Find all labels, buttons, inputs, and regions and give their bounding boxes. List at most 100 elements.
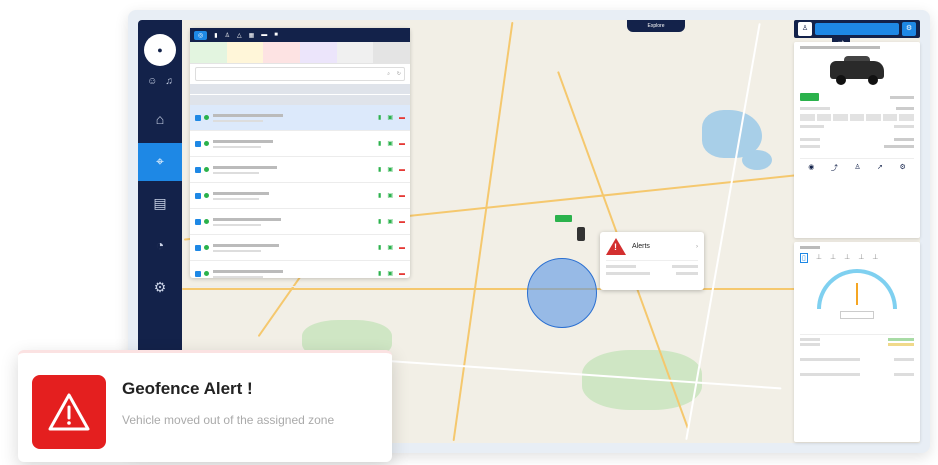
view-icon[interactable]: ◉	[808, 163, 814, 173]
list-item[interactable]: ▮ ▣ ▬	[190, 131, 410, 157]
battery-icon: ▬	[399, 140, 405, 147]
temp-icon[interactable]: ⊥	[816, 253, 822, 263]
search-input[interactable]: ⌕ ↻	[195, 67, 405, 81]
app-logo: ●	[144, 34, 176, 66]
settings-icon[interactable]: ⚙	[902, 22, 916, 36]
settings-icon: ⚙	[153, 279, 167, 295]
panel-title	[800, 246, 820, 249]
user-icon[interactable]: ♙	[798, 22, 812, 36]
warning-icon	[32, 375, 106, 449]
nav-item-settings[interactable]: ⚙	[138, 269, 182, 307]
lock-icon: ▣	[387, 193, 393, 199]
fuel-icon[interactable]: ▯	[800, 253, 808, 263]
vehicle-actions: ◉ ⤴ ♙ ➚ ⚙	[800, 158, 914, 173]
lock-icon: ▣	[387, 219, 393, 225]
lock-icon: ▣	[387, 141, 393, 147]
vehicle-image	[822, 53, 892, 87]
tab-video-icon[interactable]: ■	[274, 32, 278, 38]
signal-icon: ▮	[378, 193, 382, 199]
odometer	[840, 311, 874, 319]
route-icon[interactable]: ➚	[877, 163, 883, 173]
signal-icon: ▮	[378, 271, 382, 277]
vehicle-marker-icon[interactable]	[577, 227, 585, 241]
driver-icon[interactable]: ♙	[854, 163, 860, 173]
alert-popup: ! Alerts ›	[600, 232, 704, 290]
share-icon[interactable]: ⤴	[831, 163, 838, 173]
lock-icon: ▣	[387, 245, 393, 251]
list-item[interactable]: ▮ ▣ ▬	[190, 235, 410, 261]
group-header[interactable]	[190, 84, 410, 94]
status-total[interactable]	[373, 42, 411, 63]
toast-title: Geofence Alert !	[122, 379, 253, 398]
battery-icon: ▬	[399, 244, 405, 251]
battery-icon: ▬	[399, 114, 405, 121]
vehicle-list-panel: ◎ ▮ ♙ △ ▦ ▬ ■ ⌕ ↻ ▮ ▣ ▬ ▮ ▣ ▬ ▮ ▣ ▬ ▮ ▣ …	[190, 28, 411, 287]
temp-icon[interactable]: ⊥	[830, 253, 836, 263]
details-link[interactable]	[800, 325, 914, 335]
nav-item-dashboard[interactable]: ⌂	[138, 101, 182, 139]
tracking-icon: ⌖	[156, 153, 164, 169]
left-nav: ● ☺ ♫ ⌂ ⌖ ▤ ◔ ⚙	[138, 20, 182, 366]
status-badge	[800, 93, 819, 101]
signal-icon: ▮	[378, 115, 382, 121]
list-item[interactable]: ▮ ▣ ▬	[190, 105, 410, 131]
tab-chat-icon[interactable]: ▬	[261, 32, 267, 38]
user-icon[interactable]: ☺	[147, 76, 157, 87]
reports-icon: ▤	[153, 195, 167, 211]
signal-icon: ▮	[378, 245, 382, 251]
list-item[interactable]: ▮ ▣ ▬	[190, 261, 410, 287]
settings-icon[interactable]: ⚙	[899, 163, 905, 173]
vehicle-detail-card: ◉ ⤴ ♙ ➚ ⚙	[794, 42, 920, 238]
toolbar-search[interactable]	[815, 23, 899, 35]
search-icon[interactable]: ⌕	[387, 68, 390, 80]
lock-icon: ▣	[387, 271, 393, 277]
lock-icon: ▣	[387, 115, 393, 121]
fuel-gauge	[817, 269, 897, 309]
status-running[interactable]	[190, 42, 227, 63]
refresh-icon[interactable]: ↻	[397, 68, 401, 80]
nav-item-tracking[interactable]: ⌖	[138, 143, 182, 181]
temp-icon[interactable]: ⊥	[844, 253, 850, 263]
nav-item-fleet[interactable]: ◔	[138, 227, 182, 265]
right-toolbar: ♙ ⚙	[794, 20, 920, 38]
tab-alert-icon[interactable]: △	[237, 32, 242, 39]
battery-icon: ▬	[399, 270, 405, 277]
battery-icon: ▬	[399, 192, 405, 199]
explore-button[interactable]: Explore	[627, 20, 685, 32]
geofence-alert-toast: Geofence Alert ! Vehicle moved out of th…	[18, 350, 392, 462]
popup-title: Alerts	[632, 243, 650, 250]
tab-objects[interactable]: ◎	[194, 30, 208, 40]
vehicle-name	[800, 46, 880, 49]
tab-list-icon[interactable]: ▦	[249, 32, 255, 39]
nav-item-reports[interactable]: ▤	[138, 185, 182, 223]
list-item[interactable]: ▮ ▣ ▬	[190, 157, 410, 183]
status-grid	[800, 114, 915, 121]
bell-icon[interactable]: ♫	[165, 76, 173, 87]
chevron-right-icon[interactable]: ›	[696, 244, 698, 250]
warning-icon: !	[606, 238, 626, 255]
battery-icon: ▬	[399, 218, 405, 225]
temp-icon[interactable]: ⊥	[858, 253, 864, 263]
toast-message: Vehicle moved out of the assigned zone	[122, 413, 335, 427]
status-stopped[interactable]	[263, 42, 301, 63]
status-inactive[interactable]	[300, 42, 337, 63]
status-nodata[interactable]	[336, 42, 374, 63]
lock-icon: ▣	[387, 167, 393, 173]
tab-lock-icon[interactable]: ▮	[214, 32, 217, 39]
geofence-zone[interactable]	[527, 258, 597, 328]
signal-icon: ▮	[378, 141, 382, 147]
battery-icon: ▬	[399, 166, 405, 173]
fuel-panel: ▯ ⊥ ⊥ ⊥ ⊥ ⊥	[794, 242, 920, 442]
signal-icon: ▮	[378, 167, 382, 173]
list-item[interactable]: ▮ ▣ ▬	[190, 209, 410, 235]
signal-icon: ▮	[378, 219, 382, 225]
fleet-icon: ◔	[155, 237, 165, 253]
subgroup-header[interactable]	[190, 95, 410, 105]
status-summary	[190, 42, 411, 64]
tab-user-icon[interactable]: ♙	[225, 32, 230, 39]
temp-icon[interactable]: ⊥	[872, 253, 878, 263]
status-idle[interactable]	[226, 42, 264, 63]
dashboard-icon: ⌂	[155, 111, 165, 127]
list-item[interactable]: ▮ ▣ ▬	[190, 183, 410, 209]
vehicle-label	[555, 215, 573, 222]
